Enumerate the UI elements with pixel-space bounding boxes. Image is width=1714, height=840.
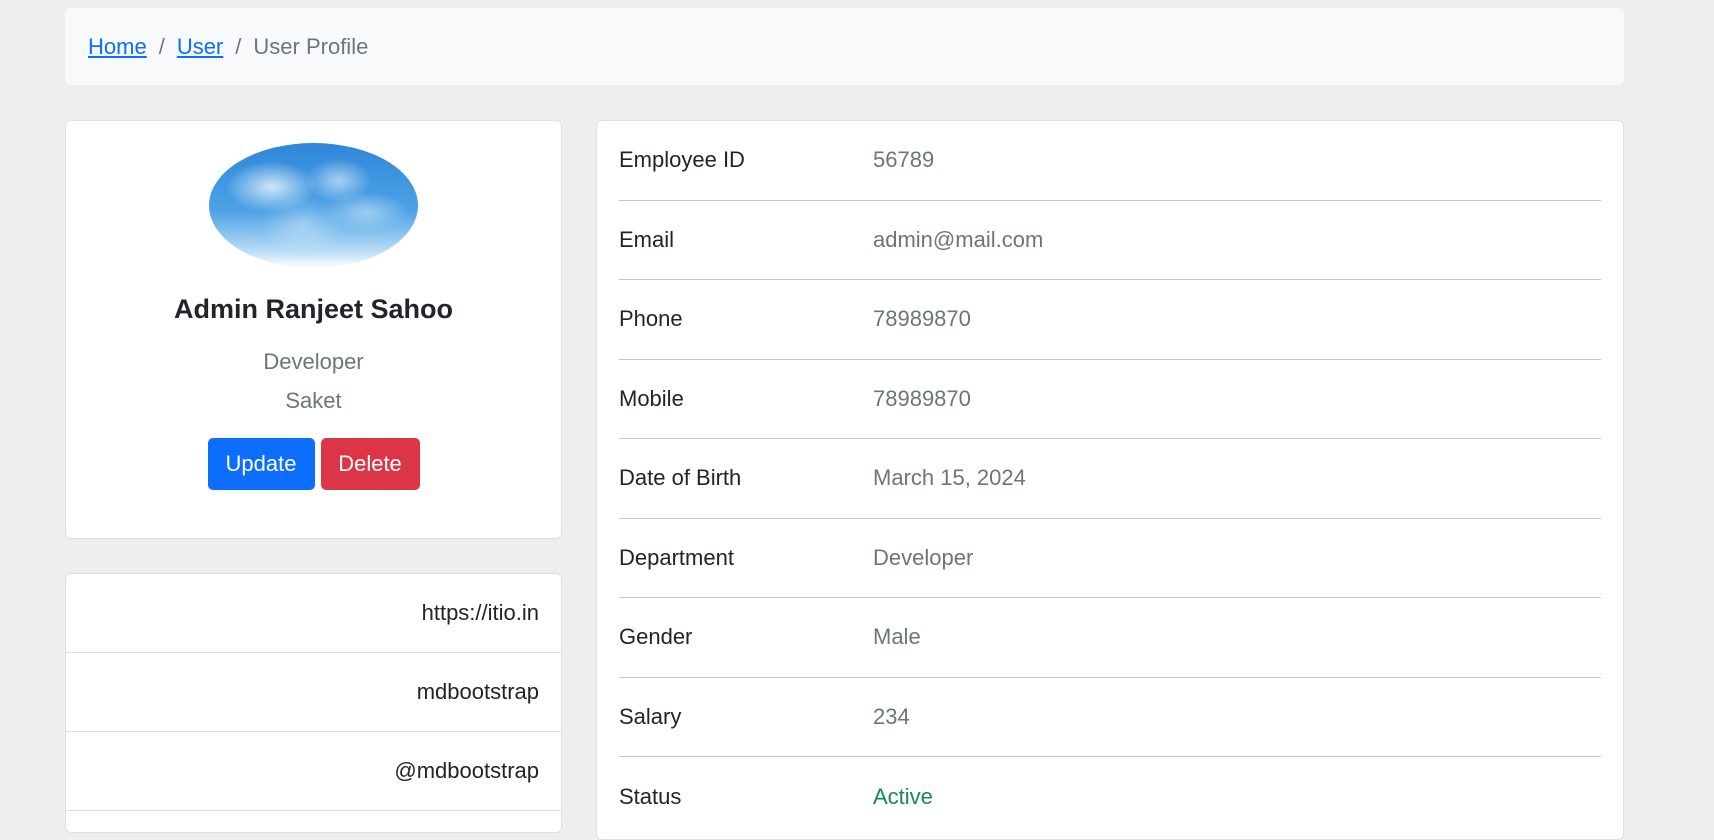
delete-button[interactable]: Delete [320, 438, 420, 490]
update-button[interactable]: Update [207, 438, 315, 490]
profile-name: Admin Ranjeet Sahoo [173, 294, 454, 324]
profile-location: Saket [285, 388, 342, 413]
detail-label: Date of Birth [619, 465, 742, 491]
profile-role: Developer [263, 349, 364, 374]
detail-value: Developer [873, 544, 974, 570]
detail-label: Phone [619, 306, 683, 332]
detail-label: Email [619, 226, 675, 252]
detail-row-date-of-birth: Date of Birth March 15, 2024 [619, 439, 1601, 519]
link-label: @mdbootstrap [394, 758, 539, 783]
avatar [209, 143, 418, 268]
link-item-github[interactable]: mdbootstrap [66, 653, 561, 732]
detail-value: Male [873, 624, 921, 650]
detail-value: March 15, 2024 [873, 465, 1026, 491]
detail-value: 56789 [873, 147, 935, 173]
breadcrumb-home-link[interactable]: Home [88, 34, 147, 60]
breadcrumb-current: User Profile [253, 33, 369, 59]
detail-value: 78989870 [873, 306, 971, 332]
detail-label: Mobile [619, 385, 684, 411]
detail-label: Gender [619, 624, 693, 650]
detail-row-salary: Salary 234 [619, 678, 1601, 757]
status-badge: Active [873, 783, 933, 809]
link-item-website[interactable]: https://itio.in [66, 574, 561, 653]
detail-row-department: Department Developer [619, 519, 1601, 598]
detail-row-mobile: Mobile 78989870 [619, 360, 1601, 439]
link-label: https://itio.in [421, 600, 539, 625]
detail-label: Department [619, 544, 734, 570]
links-card: https://itio.in mdbootstrap @mdbootstrap [65, 573, 562, 833]
breadcrumb: Home / User / User Profile [65, 8, 1624, 85]
profile-actions: Update Delete [207, 438, 420, 490]
detail-label: Employee ID [619, 147, 745, 173]
breadcrumb-separator: / [158, 33, 165, 59]
detail-row-gender: Gender Male [619, 598, 1601, 678]
detail-label: Salary [619, 703, 682, 729]
detail-row-email: Email admin@mail.com [619, 201, 1601, 280]
profile-card: Admin Ranjeet Sahoo Developer Saket Upda… [65, 120, 562, 539]
link-item-twitter[interactable]: @mdbootstrap [66, 732, 561, 811]
breadcrumb-separator: / [235, 33, 242, 59]
detail-row-status: Status Active [619, 757, 1601, 837]
link-label: mdbootstrap [416, 679, 539, 704]
detail-value: 234 [873, 703, 910, 729]
detail-value: 78989870 [873, 385, 971, 411]
breadcrumb-user-link[interactable]: User [177, 34, 223, 60]
detail-row-phone: Phone 78989870 [619, 280, 1601, 360]
details-card: Employee ID 56789 Email admin@mail.com P… [596, 120, 1624, 840]
detail-value: admin@mail.com [873, 226, 1044, 252]
detail-label: Status [619, 783, 682, 809]
detail-row-employee-id: Employee ID 56789 [619, 121, 1601, 201]
